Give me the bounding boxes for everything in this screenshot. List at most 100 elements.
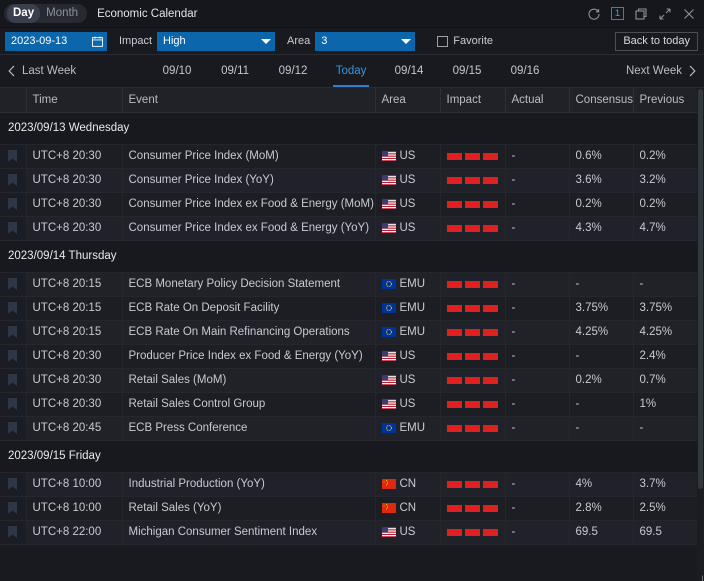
bookmark-icon[interactable] xyxy=(8,326,17,338)
row-event[interactable]: Consumer Price Index (YoY) xyxy=(122,168,375,192)
week-day-tab-0[interactable]: 09/10 xyxy=(148,55,206,87)
row-bookmark-cell[interactable] xyxy=(0,496,26,520)
row-bookmark-cell[interactable] xyxy=(0,344,26,368)
close-icon[interactable] xyxy=(682,7,696,21)
table-row[interactable]: UTC+8 10:00Industrial Production (YoY)CN… xyxy=(0,472,697,496)
expand-icon[interactable] xyxy=(658,7,672,21)
bookmark-icon[interactable] xyxy=(8,150,17,162)
prev-week-button[interactable]: Last Week xyxy=(8,65,76,77)
row-event[interactable]: Producer Price Index ex Food & Energy (Y… xyxy=(122,344,375,368)
table-row[interactable]: UTC+8 20:30Producer Price Index ex Food … xyxy=(0,344,697,368)
row-event[interactable]: Retail Sales (MoM) xyxy=(122,368,375,392)
view-toggle-day[interactable]: Day xyxy=(7,4,40,23)
table-row[interactable]: UTC+8 20:45ECB Press ConferenceEMU--- xyxy=(0,416,697,440)
week-day-tab-today[interactable]: Today xyxy=(322,55,380,87)
week-day-tab-5[interactable]: 09/15 xyxy=(438,55,496,87)
row-bookmark-cell[interactable] xyxy=(0,520,26,544)
bookmark-icon[interactable] xyxy=(8,198,17,210)
bookmark-icon[interactable] xyxy=(8,278,17,290)
table-row[interactable]: UTC+8 20:15ECB Rate On Main Refinancing … xyxy=(0,320,697,344)
column-header-area[interactable]: Area xyxy=(375,88,440,112)
bookmark-icon[interactable] xyxy=(8,374,17,386)
column-header-actual[interactable]: Actual xyxy=(505,88,569,112)
row-bookmark-cell[interactable] xyxy=(0,144,26,168)
impact-filter-select[interactable]: High xyxy=(157,32,275,51)
row-bookmark-cell[interactable] xyxy=(0,296,26,320)
week-day-tab-6[interactable]: 09/16 xyxy=(496,55,554,87)
favorite-filter[interactable]: Favorite xyxy=(437,35,493,47)
row-bookmark-cell[interactable] xyxy=(0,216,26,240)
row-bookmark-cell[interactable] xyxy=(0,416,26,440)
week-day-tab-2[interactable]: 09/12 xyxy=(264,55,322,87)
row-actual: - xyxy=(505,192,569,216)
row-event[interactable]: ECB Monetary Policy Decision Statement xyxy=(122,272,375,296)
impact-bar xyxy=(447,353,462,360)
table-row[interactable]: UTC+8 20:15ECB Rate On Deposit FacilityE… xyxy=(0,296,697,320)
table-row[interactable]: UTC+8 20:30Consumer Price Index ex Food … xyxy=(0,192,697,216)
row-bookmark-cell[interactable] xyxy=(0,168,26,192)
table-row[interactable]: UTC+8 20:30Retail Sales (MoM)US-0.2%0.7% xyxy=(0,368,697,392)
refresh-icon[interactable] xyxy=(587,7,601,21)
row-bookmark-cell[interactable] xyxy=(0,472,26,496)
bookmark-icon[interactable] xyxy=(8,422,17,434)
table-row[interactable]: UTC+8 20:30Consumer Price Index (YoY)US-… xyxy=(0,168,697,192)
row-bookmark-cell[interactable] xyxy=(0,192,26,216)
table-row[interactable]: UTC+8 22:00Michigan Consumer Sentiment I… xyxy=(0,520,697,544)
bookmark-icon[interactable] xyxy=(8,526,17,538)
table-row[interactable]: UTC+8 20:30Consumer Price Index ex Food … xyxy=(0,216,697,240)
table-row[interactable]: UTC+8 20:30Consumer Price Index (MoM)US-… xyxy=(0,144,697,168)
row-bookmark-cell[interactable] xyxy=(0,320,26,344)
next-week-button[interactable]: Next Week xyxy=(626,65,696,77)
restore-window-icon[interactable] xyxy=(634,7,648,21)
impact-bar xyxy=(465,353,480,360)
area-filter-select[interactable]: 3 xyxy=(315,32,415,51)
table-row[interactable]: UTC+8 20:30Retail Sales Control GroupUS-… xyxy=(0,392,697,416)
week-day-tab-1[interactable]: 09/11 xyxy=(206,55,264,87)
row-bookmark-cell[interactable] xyxy=(0,272,26,296)
date-picker[interactable]: 2023-09-13 xyxy=(5,32,107,51)
row-impact xyxy=(440,416,505,440)
eu-flag-icon xyxy=(382,327,396,337)
bookmark-icon[interactable] xyxy=(8,398,17,410)
scrollbar-thumb[interactable] xyxy=(698,89,703,489)
column-header-time[interactable]: Time xyxy=(26,88,122,112)
vertical-scrollbar[interactable] xyxy=(697,88,704,581)
week-day-tab-4[interactable]: 09/14 xyxy=(380,55,438,87)
row-actual: - xyxy=(505,344,569,368)
table-row[interactable]: UTC+8 10:00Retail Sales (YoY)CN-2.8%2.5% xyxy=(0,496,697,520)
column-header-consensus[interactable]: Consensus xyxy=(569,88,633,112)
cn-flag-icon xyxy=(382,479,396,489)
bookmark-icon[interactable] xyxy=(8,302,17,314)
bookmark-icon[interactable] xyxy=(8,478,17,490)
row-event[interactable]: Consumer Price Index ex Food & Energy (Y… xyxy=(122,216,375,240)
resize-grip-icon[interactable] xyxy=(694,571,703,580)
row-event[interactable]: Retail Sales Control Group xyxy=(122,392,375,416)
row-event[interactable]: Consumer Price Index (MoM) xyxy=(122,144,375,168)
row-event[interactable]: ECB Rate On Deposit Facility xyxy=(122,296,375,320)
row-event[interactable]: Retail Sales (YoY) xyxy=(122,496,375,520)
bookmark-icon[interactable] xyxy=(8,350,17,362)
view-toggle-group[interactable]: Day Month xyxy=(4,4,87,23)
column-header-previous[interactable]: Previous xyxy=(633,88,697,112)
row-event[interactable]: ECB Rate On Main Refinancing Operations xyxy=(122,320,375,344)
row-consensus: - xyxy=(569,416,633,440)
impact-bar xyxy=(447,305,462,312)
row-event[interactable]: ECB Press Conference xyxy=(122,416,375,440)
row-bookmark-cell[interactable] xyxy=(0,392,26,416)
column-header-event[interactable]: Event xyxy=(122,88,375,112)
row-area: CN xyxy=(375,496,440,520)
bookmark-icon[interactable] xyxy=(8,174,17,186)
row-bookmark-cell[interactable] xyxy=(0,368,26,392)
column-header-impact[interactable]: Impact xyxy=(440,88,505,112)
column-header-mark[interactable] xyxy=(0,88,26,112)
view-toggle-month[interactable]: Month xyxy=(40,4,84,23)
row-event[interactable]: Michigan Consumer Sentiment Index xyxy=(122,520,375,544)
favorite-checkbox[interactable] xyxy=(437,36,448,47)
table-row[interactable]: UTC+8 20:15ECB Monetary Policy Decision … xyxy=(0,272,697,296)
row-event[interactable]: Consumer Price Index ex Food & Energy (M… xyxy=(122,192,375,216)
window-count-badge[interactable]: 1 xyxy=(611,7,624,20)
bookmark-icon[interactable] xyxy=(8,222,17,234)
row-event[interactable]: Industrial Production (YoY) xyxy=(122,472,375,496)
bookmark-icon[interactable] xyxy=(8,502,17,514)
back-to-today-button[interactable]: Back to today xyxy=(615,32,698,51)
